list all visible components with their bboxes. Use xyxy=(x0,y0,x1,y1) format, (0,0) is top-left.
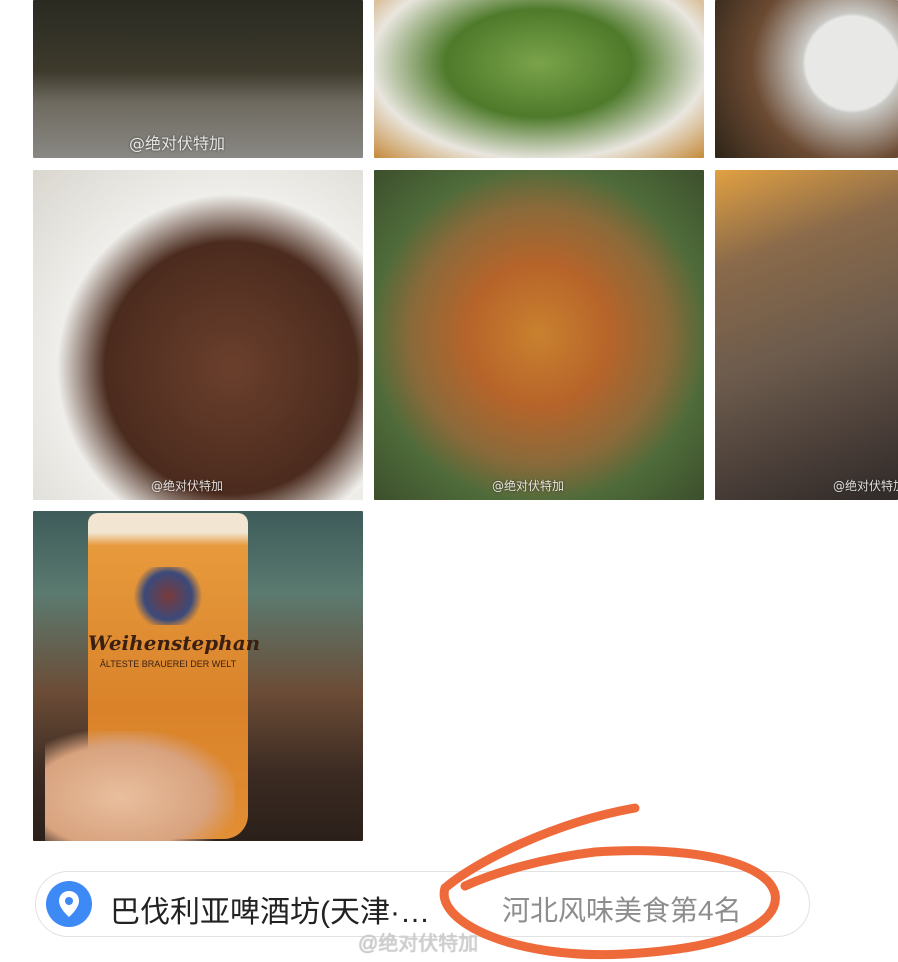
photo-rice-dish[interactable]: @绝对伏特加 xyxy=(374,170,704,500)
photo-beer[interactable]: Weihenstephan ÄLTESTE BRAUEREI DER WELT xyxy=(33,511,363,841)
photo-dessert[interactable] xyxy=(715,0,898,158)
beer-brand-sub: ÄLTESTE BRAUEREI DER WELT xyxy=(99,659,237,669)
photo-steak[interactable]: @绝对伏特加 xyxy=(33,170,363,500)
hand xyxy=(45,731,235,841)
poi-rank[interactable]: 河北风味美食第4名 xyxy=(502,889,784,929)
bottom-watermark: @绝对伏特加 xyxy=(358,933,479,955)
photo-restaurant-interior[interactable]: @绝对伏特加 xyxy=(33,0,363,158)
brewery-crest-icon xyxy=(130,567,206,625)
watermark: @绝对伏特加 xyxy=(833,479,898,493)
poi-name[interactable]: 巴伐利亚啤酒坊(天津·… xyxy=(110,887,470,931)
photo-salad[interactable] xyxy=(374,0,704,158)
watermark: @绝对伏特加 xyxy=(151,479,224,493)
watermark: @绝对伏特加 xyxy=(129,134,226,153)
beer-brand: Weihenstephan xyxy=(88,631,261,655)
photo-pastry[interactable]: @绝对伏特加 xyxy=(715,170,898,500)
location-pin-icon xyxy=(46,881,92,927)
watermark: @绝对伏特加 xyxy=(492,479,565,493)
